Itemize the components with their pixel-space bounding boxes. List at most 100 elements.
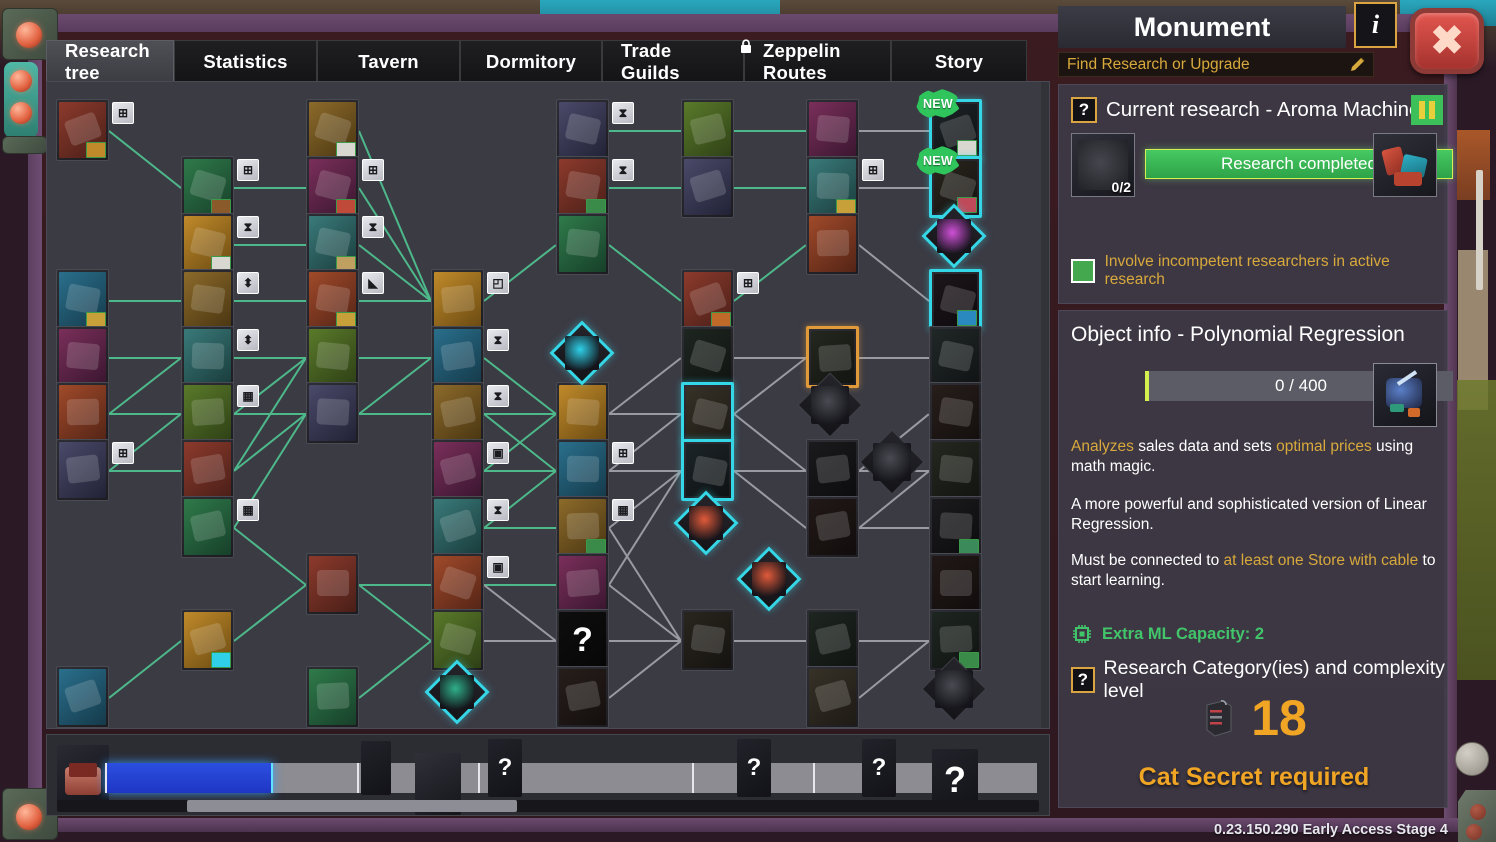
tree-node[interactable] bbox=[929, 439, 982, 501]
tree-node[interactable]: ⧗ bbox=[556, 99, 634, 161]
tree-node[interactable] bbox=[306, 326, 359, 388]
tree-node[interactable]: ▦ bbox=[181, 496, 259, 558]
pause-button[interactable] bbox=[1411, 95, 1443, 125]
tree-node[interactable]: ⬍ bbox=[181, 269, 259, 331]
tree-node[interactable]: ⧗ bbox=[181, 213, 259, 275]
tree-node[interactable] bbox=[806, 213, 859, 275]
clock-icon: ⧗ bbox=[487, 499, 509, 521]
tree-diamond-node[interactable] bbox=[549, 320, 615, 386]
tree-node[interactable] bbox=[929, 496, 982, 558]
research-target-thumbnail[interactable] bbox=[1373, 133, 1437, 197]
tree-node[interactable] bbox=[681, 382, 734, 444]
tree-node[interactable] bbox=[929, 269, 982, 331]
timeline-scroll-thumb[interactable] bbox=[187, 800, 517, 812]
timeline-era-node[interactable] bbox=[361, 741, 391, 795]
tab-research-tree[interactable]: Research tree bbox=[46, 40, 174, 83]
tree-node[interactable]: ⧗ bbox=[431, 326, 509, 388]
info-button[interactable]: i bbox=[1354, 2, 1397, 48]
timeline-unknown-node[interactable]: ? bbox=[737, 739, 771, 797]
tree-node[interactable] bbox=[929, 326, 982, 388]
object-thumbnail[interactable] bbox=[1373, 363, 1437, 427]
tree-node[interactable] bbox=[929, 553, 982, 615]
tab-zeppelin-routes[interactable]: Zeppelin Routes bbox=[741, 39, 891, 83]
tree-node[interactable]: ⬍ bbox=[181, 326, 259, 388]
search-input[interactable]: Find Research or Upgrade bbox=[1058, 52, 1374, 77]
pencil-icon[interactable] bbox=[1349, 56, 1367, 74]
tree-node[interactable]: ▣ bbox=[431, 439, 509, 501]
tree-node[interactable]: ◣ bbox=[306, 269, 384, 331]
tree-node[interactable]: ◰ bbox=[431, 269, 509, 331]
tree-node[interactable]: ⧗ bbox=[431, 382, 509, 444]
tree-node[interactable] bbox=[806, 666, 859, 728]
tree-node[interactable]: ⧗ bbox=[306, 213, 384, 275]
tree-node[interactable]: ⊞ bbox=[56, 439, 134, 501]
era-timeline[interactable]: ? ? ? ? bbox=[46, 734, 1050, 816]
tree-node[interactable] bbox=[806, 609, 859, 671]
tree-edge bbox=[608, 584, 682, 642]
checkbox-box[interactable] bbox=[1071, 259, 1095, 283]
tree-edge bbox=[359, 413, 431, 415]
tree-node[interactable] bbox=[556, 213, 609, 275]
tree-edge bbox=[859, 187, 929, 189]
tree-edge bbox=[358, 640, 432, 699]
tree-node[interactable] bbox=[306, 99, 359, 161]
tree-node[interactable] bbox=[806, 439, 859, 501]
timeline-horizontal-scrollbar[interactable] bbox=[57, 800, 1039, 812]
tree-node[interactable] bbox=[681, 99, 734, 161]
tree-vertical-scrollbar[interactable] bbox=[1041, 82, 1049, 728]
tree-node[interactable] bbox=[806, 496, 859, 558]
tree-node[interactable] bbox=[556, 553, 609, 615]
tree-node[interactable] bbox=[181, 609, 234, 671]
tree-node[interactable] bbox=[556, 666, 609, 728]
tree-node[interactable] bbox=[929, 382, 982, 444]
tree-node-shape bbox=[190, 283, 226, 315]
tree-node[interactable] bbox=[681, 156, 734, 218]
tree-node[interactable]: ▦ bbox=[556, 496, 634, 558]
tree-node[interactable] bbox=[56, 382, 109, 444]
tree-node[interactable] bbox=[806, 99, 859, 161]
tree-node[interactable] bbox=[56, 269, 109, 331]
tree-diamond-node[interactable] bbox=[736, 546, 802, 612]
tab-story[interactable]: Story bbox=[891, 40, 1027, 82]
tree-node[interactable]: ⊞ bbox=[681, 269, 759, 331]
tree-node[interactable] bbox=[306, 666, 359, 728]
tab-dormitory[interactable]: Dormitory bbox=[460, 40, 602, 82]
question-icon[interactable]: ? bbox=[1071, 97, 1097, 123]
tab-statistics[interactable]: Statistics bbox=[174, 40, 317, 82]
tree-node[interactable] bbox=[56, 666, 109, 728]
tree-node[interactable]: ⊞ bbox=[556, 439, 634, 501]
tree-node[interactable] bbox=[306, 553, 359, 615]
tree-node[interactable]: ⊞ bbox=[181, 156, 259, 218]
tree-node[interactable] bbox=[556, 382, 609, 444]
research-queue-thumbnail[interactable]: 0/2 bbox=[1071, 133, 1135, 197]
tree-node[interactable]: ⧗ bbox=[556, 156, 634, 218]
tree-node-reward-chip bbox=[86, 142, 106, 158]
tree-node[interactable] bbox=[681, 326, 734, 388]
research-tree-canvas[interactable]: ⊞ ⊞ ⧗ ⬍ ⬍ ▦ ⊞ ▦ ⊞ ⧗ ◣ ◰ ⧗ ⧗ ▣ ⧗ ▣ ⧗ ⧗ ⊞ ▦? ⊞ ⊞ NEW NEW bbox=[47, 82, 1049, 728]
tree-node[interactable]: ⊞ bbox=[306, 156, 384, 218]
tree-node[interactable] bbox=[306, 382, 359, 444]
tree-node[interactable]: ⊞ bbox=[806, 156, 884, 218]
tree-node[interactable]: ▦ bbox=[181, 382, 259, 444]
close-button[interactable]: ✖ bbox=[1410, 8, 1484, 74]
question-icon[interactable]: ? bbox=[1071, 667, 1095, 693]
tab-trade-guilds[interactable]: Trade Guilds bbox=[602, 40, 744, 83]
timeline-unknown-node[interactable]: ? bbox=[488, 739, 522, 797]
tree-node-shape bbox=[316, 398, 350, 426]
timeline-track[interactable] bbox=[105, 763, 1037, 793]
tree-node[interactable]: ⊞ bbox=[56, 99, 134, 161]
tab-tavern[interactable]: Tavern bbox=[317, 40, 460, 82]
tree-diamond-node[interactable] bbox=[859, 429, 925, 495]
timeline-unknown-label: ? bbox=[497, 754, 513, 781]
object-description-1: Analyzes sales data and sets optimal pri… bbox=[1071, 437, 1443, 478]
incompetent-researchers-checkbox[interactable]: Involve incompetent researchers in activ… bbox=[1071, 253, 1447, 289]
tree-node[interactable] bbox=[181, 439, 234, 501]
timeline-unknown-node[interactable]: ? bbox=[862, 739, 896, 797]
tree-node[interactable] bbox=[681, 609, 734, 671]
tree-node[interactable] bbox=[56, 326, 109, 388]
tree-edge bbox=[483, 584, 557, 642]
research-tree-panel[interactable]: ⊞ ⊞ ⧗ ⬍ ⬍ ▦ ⊞ ▦ ⊞ ⧗ ◣ ◰ ⧗ ⧗ ▣ ⧗ ▣ ⧗ ⧗ ⊞ ▦? ⊞ ⊞ NEW NEW bbox=[46, 81, 1050, 729]
tree-node[interactable]: ⧗ bbox=[431, 496, 509, 558]
tree-node[interactable]: ▣ bbox=[431, 553, 509, 615]
tree-node[interactable]: ? bbox=[556, 609, 609, 671]
